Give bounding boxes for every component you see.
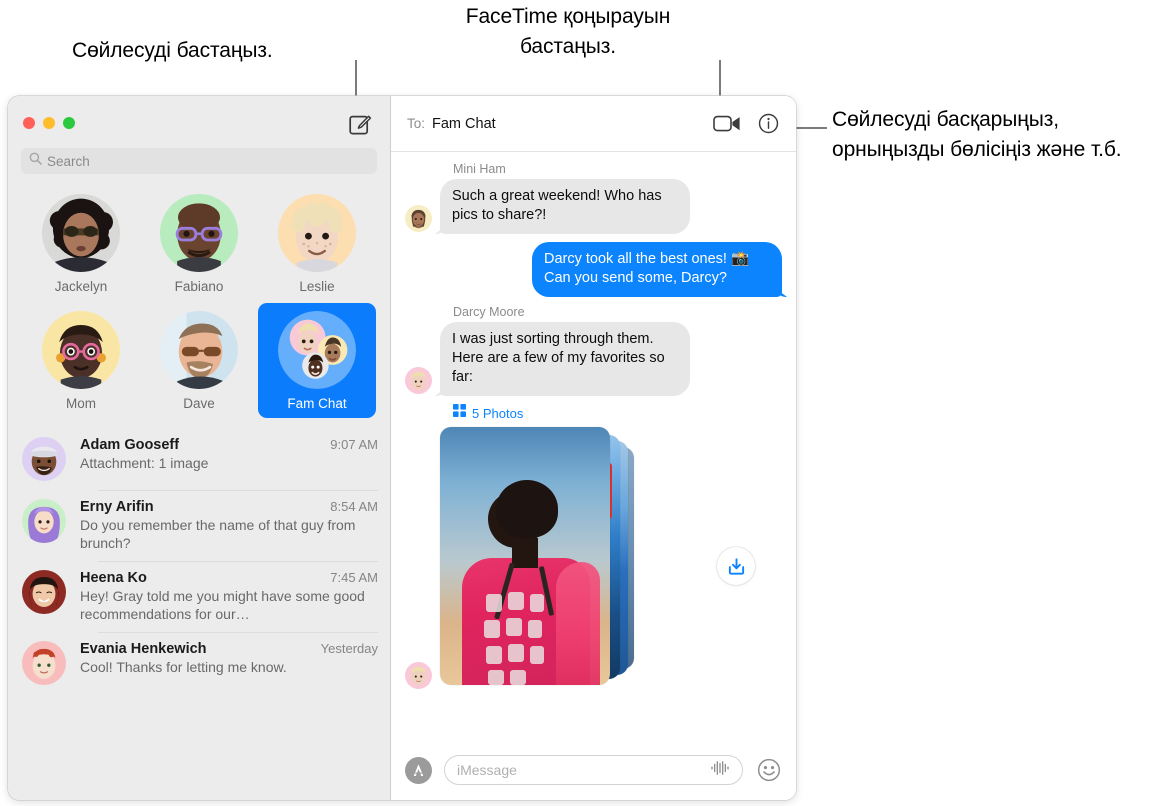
avatar-jackelyn	[42, 194, 120, 272]
conversation-name: Heena Ko	[80, 570, 147, 586]
info-circle-icon[interactable]	[758, 113, 779, 134]
minimize-button[interactable]	[43, 117, 55, 129]
video-camera-icon[interactable]	[713, 114, 741, 133]
callout-manage-conversation: Сөйлесуді басқарыңыз, орныңызды бөлісіңі…	[832, 108, 1122, 161]
conversation-name: Adam Gooseff	[80, 437, 180, 453]
message-bubble: I was just sorting through them. Here ar…	[440, 322, 690, 396]
download-icon[interactable]	[717, 547, 755, 585]
avatar-mom	[42, 311, 120, 389]
avatar	[22, 437, 66, 481]
pinned-label: Leslie	[299, 279, 335, 294]
photos-count-label: 5 Photos	[472, 405, 524, 421]
conversation-name: Evania Henkewich	[80, 641, 207, 657]
message-input-field[interactable]	[444, 755, 743, 785]
pinned-item-jackelyn[interactable]: Jackelyn	[22, 186, 140, 301]
pinned-label: Mom	[66, 396, 96, 411]
app-store-icon[interactable]	[405, 756, 432, 784]
list-item[interactable]: Heena Ko 7:45 AM Hey! Gray told me you m…	[8, 561, 390, 632]
avatar	[22, 641, 66, 685]
header-actions	[713, 113, 779, 134]
conversation-time: Yesterday	[320, 641, 378, 656]
message-row: I was just sorting through them. Here ar…	[405, 322, 782, 396]
compose-bar	[391, 740, 796, 800]
conversation-preview: Attachment: 1 image	[80, 455, 209, 471]
avatar-mini-ham	[405, 205, 432, 232]
pinned-label: Fabiano	[174, 279, 224, 294]
conversation-pane: To: Fam Chat Mini Ham Such a great weeke…	[391, 96, 796, 800]
pinned-label: Fam Chat	[287, 396, 347, 411]
imessage-input[interactable]	[457, 762, 704, 778]
list-item[interactable]: Erny Arifin 8:54 AM Do you remember the …	[8, 490, 390, 561]
sidebar: Jackelyn	[8, 96, 390, 800]
avatar-darcy-moore	[405, 662, 432, 689]
message-sender: Mini Ham	[453, 162, 506, 176]
close-button[interactable]	[23, 117, 35, 129]
pinned-item-dave[interactable]: Dave	[140, 303, 258, 418]
photo-stack[interactable]	[440, 427, 645, 689]
photos-count-header[interactable]: 5 Photos	[453, 404, 782, 422]
avatar-dave	[160, 311, 238, 389]
to-label: To:	[407, 116, 426, 131]
pinned-item-fam-chat[interactable]: Fam Chat	[258, 303, 376, 418]
list-item[interactable]: Adam Gooseff 9:07 AM Attachment: 1 image	[8, 428, 390, 490]
conversation-preview: Cool! Thanks for letting me know.	[80, 659, 287, 675]
callout-facetime-call: FaceTime қоңырауын бастаңыз.	[465, 5, 671, 58]
conversation-time: 8:54 AM	[330, 499, 378, 514]
message-thread[interactable]: Mini Ham Such a great weekend! Who has p…	[391, 152, 796, 740]
search-input[interactable]	[47, 153, 369, 169]
photo-stack-row	[405, 427, 782, 689]
message-row: Darcy took all the best ones! 📸 Can you …	[405, 242, 782, 297]
message-group: Mini Ham Such a great weekend! Who has p…	[405, 162, 782, 234]
pinned-label: Dave	[183, 396, 215, 411]
search-field[interactable]	[21, 148, 377, 174]
list-item[interactable]: Evania Henkewich Yesterday Cool! Thanks …	[8, 632, 390, 694]
message-sender: Darcy Moore	[453, 305, 525, 319]
avatar	[22, 499, 66, 543]
recipient-name[interactable]: Fam Chat	[432, 116, 496, 132]
avatar-fam-chat	[278, 311, 356, 389]
avatar-darcy-moore	[405, 367, 432, 394]
avatar-fabiano	[160, 194, 238, 272]
conversation-name: Erny Arifin	[80, 499, 154, 515]
zoom-button[interactable]	[63, 117, 75, 129]
avatar-leslie	[278, 194, 356, 272]
message-row: Such a great weekend! Who has pics to sh…	[405, 179, 782, 234]
pinned-item-fabiano[interactable]: Fabiano	[140, 186, 258, 301]
message-group: Darcy Moore I was just sorting through t…	[405, 305, 782, 396]
photo-attachment-group: 5 Photos	[405, 404, 782, 689]
avatar	[22, 570, 66, 614]
conversation-time: 7:45 AM	[330, 570, 378, 585]
audio-waveform-icon[interactable]	[710, 760, 730, 781]
conversation-header: To: Fam Chat	[391, 96, 796, 152]
window-traffic-lights	[23, 117, 75, 129]
search-icon	[29, 152, 42, 170]
message-bubble: Such a great weekend! Who has pics to sh…	[440, 179, 690, 234]
photo-thumbnail-front[interactable]	[440, 427, 610, 685]
conversation-list[interactable]: Adam Gooseff 9:07 AM Attachment: 1 image	[8, 428, 390, 800]
messages-window: Jackelyn	[8, 96, 796, 800]
message-group: Darcy took all the best ones! 📸 Can you …	[405, 242, 782, 297]
pinned-item-leslie[interactable]: Leslie	[258, 186, 376, 301]
callout-start-conversation: Сөйлесуді бастаңыз.	[72, 39, 273, 62]
smiley-face-icon[interactable]	[755, 757, 782, 784]
conversation-preview: Hey! Gray told me you might have some go…	[80, 588, 365, 622]
pinned-label: Jackelyn	[54, 279, 108, 294]
grid-icon	[453, 404, 466, 422]
pinned-conversations-grid: Jackelyn Fabiano Leslie Mom Dave Fam Cha…	[8, 186, 390, 418]
photo-subject	[456, 470, 600, 685]
conversation-time: 9:07 AM	[330, 437, 378, 452]
conversation-preview: Do you remember the name of that guy fro…	[80, 517, 356, 551]
pinned-item-mom[interactable]: Mom	[22, 303, 140, 418]
message-bubble: Darcy took all the best ones! 📸 Can you …	[532, 242, 782, 297]
compose-icon[interactable]	[348, 112, 372, 136]
